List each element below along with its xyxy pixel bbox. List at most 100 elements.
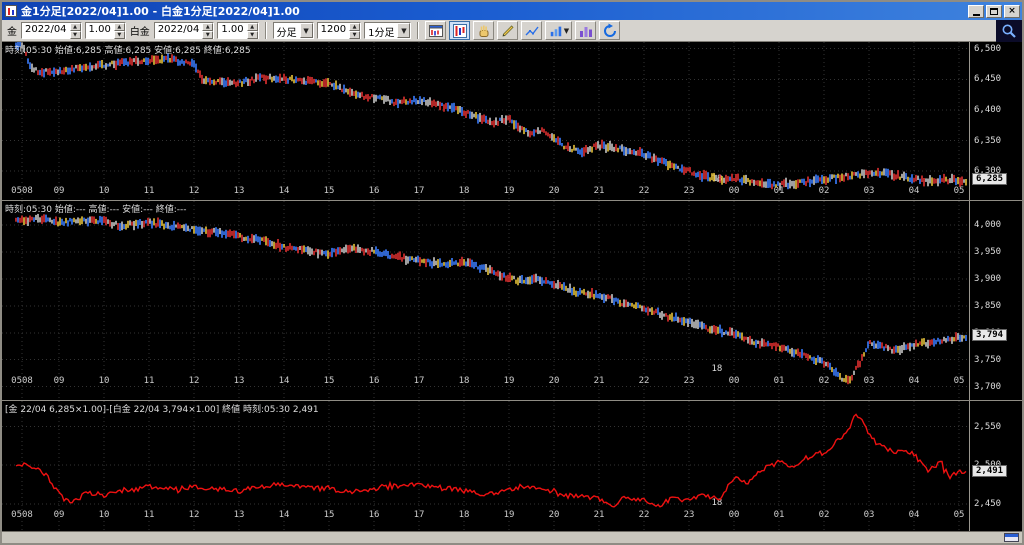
period-display-value: 1分足 [365, 23, 397, 38]
svg-text:15: 15 [324, 510, 335, 520]
svg-text:18: 18 [459, 376, 470, 386]
svg-text:10: 10 [99, 376, 110, 386]
svg-text:09: 09 [54, 186, 65, 196]
svg-text:02: 02 [819, 376, 830, 386]
pan-tool-button[interactable] [473, 21, 494, 40]
platinum-chart-canvas[interactable]: 0508091011121314151617181920212223000102… [2, 201, 969, 400]
spinner-arrows-icon[interactable]: ▲▼ [247, 23, 258, 38]
svg-text:03: 03 [864, 510, 875, 520]
chart-frame-icon [428, 23, 444, 39]
candlestick-icon [452, 23, 468, 39]
chevron-down-icon[interactable]: ▼ [397, 23, 410, 38]
svg-text:15: 15 [324, 376, 335, 386]
svg-text:14: 14 [279, 186, 290, 196]
spinner-arrows-icon[interactable]: ▲▼ [70, 23, 81, 38]
svg-text:00: 00 [729, 510, 740, 520]
close-button[interactable]: × [1004, 5, 1020, 18]
svg-text:02: 02 [819, 510, 830, 520]
spread-chart-panel: 0508091011121314151617181920212223000102… [2, 400, 1022, 531]
svg-text:17: 17 [414, 186, 425, 196]
spinner-arrows-icon[interactable]: ▲▼ [202, 23, 213, 38]
svg-text:19: 19 [504, 510, 515, 520]
price-axis-label: 3,750 [974, 355, 1001, 365]
refresh-button[interactable] [599, 21, 620, 40]
svg-text:0508: 0508 [11, 510, 33, 520]
refresh-icon [602, 23, 618, 39]
period-count-spinner[interactable]: 1200 ▲▼ [317, 22, 361, 39]
gold-contract-spinner[interactable]: 2022/04 ▲▼ [21, 22, 82, 39]
chevron-down-icon[interactable]: ▼ [300, 23, 313, 38]
svg-text:16: 16 [369, 510, 380, 520]
svg-text:19: 19 [504, 376, 515, 386]
platinum-contract-spinner[interactable]: 2022/04 ▲▼ [154, 22, 215, 39]
svg-text:03: 03 [864, 376, 875, 386]
zoom-panel[interactable] [996, 20, 1022, 42]
gold-chart-canvas[interactable]: 0508091011121314151617181920212223000102… [2, 42, 969, 200]
chart-frame-button[interactable] [425, 21, 446, 40]
draw-tool-button[interactable] [497, 21, 518, 40]
svg-text:14: 14 [279, 376, 290, 386]
svg-text:11: 11 [144, 186, 155, 196]
svg-text:17: 17 [414, 510, 425, 520]
magnifier-icon [1001, 23, 1017, 39]
svg-text:21: 21 [594, 186, 605, 196]
period-display-combo[interactable]: 1分足 ▼ [364, 22, 411, 39]
svg-text:01: 01 [774, 376, 785, 386]
svg-text:21: 21 [594, 376, 605, 386]
restore-button[interactable] [986, 5, 1002, 18]
svg-text:20: 20 [549, 186, 560, 196]
svg-text:0508: 0508 [11, 376, 33, 386]
svg-text:16: 16 [369, 376, 380, 386]
histogram-button[interactable] [575, 21, 596, 40]
spread-price-axis: 2,5502,5002,4502,491 [969, 401, 1022, 531]
gold-label: 金 [6, 23, 18, 38]
spinner-arrows-icon[interactable]: ▲▼ [349, 23, 360, 38]
chart-window: 金1分足[2022/04]1.00 - 白金1分足[2022/04]1.00 ×… [0, 0, 1024, 545]
pencil-icon [500, 23, 516, 39]
histogram-icon [578, 23, 594, 39]
spread-chart-canvas[interactable]: 0508091011121314151617181920212223000102… [2, 401, 969, 531]
chart-window-icon[interactable] [1004, 533, 1019, 542]
platinum-chart-panel: 0508091011121314151617181920212223000102… [2, 200, 1022, 400]
period-count-value: 1200 [318, 23, 349, 38]
price-axis-label: 6,350 [974, 136, 1001, 146]
svg-text:05: 05 [954, 186, 965, 196]
toolbar: 金 2022/04 ▲▼ 1.00 ▲▼ 白金 2022/04 ▲▼ 1.00 … [2, 20, 1022, 42]
period-type-combo[interactable]: 分足 ▼ [273, 22, 314, 39]
svg-text:13: 13 [234, 376, 245, 386]
current-price-tag: 2,491 [972, 465, 1007, 477]
platinum-ohlc-readout: 時刻:05:30 始値:--- 高値:--- 安値:--- 終値:--- [5, 202, 187, 215]
svg-text:12: 12 [189, 376, 200, 386]
title-bar[interactable]: 金1分足[2022/04]1.00 - 白金1分足[2022/04]1.00 × [2, 2, 1022, 20]
svg-text:22: 22 [639, 376, 650, 386]
gold-multiplier-spinner[interactable]: 1.00 ▲▼ [85, 22, 126, 39]
svg-text:13: 13 [234, 510, 245, 520]
gold-chart-panel: 0508091011121314151617181920212223000102… [2, 42, 1022, 200]
price-axis-label: 3,900 [974, 274, 1001, 284]
gold-ohlc-readout: 時刻:05:30 始値:6,285 高値:6,285 安値:6,285 終値:6… [5, 43, 251, 56]
svg-text:01: 01 [774, 510, 785, 520]
indicator-button[interactable]: ▼ [545, 21, 572, 40]
trendline-icon [524, 23, 540, 39]
period-type-value: 分足 [274, 23, 300, 38]
svg-text:10: 10 [99, 186, 110, 196]
price-axis-label: 4,000 [974, 220, 1001, 230]
platinum-multiplier-spinner[interactable]: 1.00 ▲▼ [217, 22, 258, 39]
svg-text:02: 02 [819, 186, 830, 196]
platinum-contract-value: 2022/04 [155, 23, 203, 38]
svg-text:14: 14 [279, 510, 290, 520]
svg-text:03: 03 [864, 186, 875, 196]
minimize-button[interactable] [968, 5, 984, 18]
svg-text:22: 22 [639, 510, 650, 520]
spinner-arrows-icon[interactable]: ▲▼ [114, 23, 125, 38]
current-price-tag: 6,285 [972, 173, 1007, 185]
svg-text:23: 23 [684, 186, 695, 196]
platinum-price-axis: 4,0003,9503,9003,8503,8003,7503,7003,794 [969, 201, 1022, 400]
charts-area: 0508 09 10 11 12 13 14 15 16 17 18 19 20 21 22 23 00 01 02… [2, 42, 1022, 531]
candlestick-mode-button[interactable] [449, 21, 470, 40]
svg-text:09: 09 [54, 376, 65, 386]
svg-text:15: 15 [324, 186, 335, 196]
price-axis-label: 3,850 [974, 301, 1001, 311]
trendline-tool-button[interactable] [521, 21, 542, 40]
gold-multiplier-value: 1.00 [86, 23, 114, 38]
